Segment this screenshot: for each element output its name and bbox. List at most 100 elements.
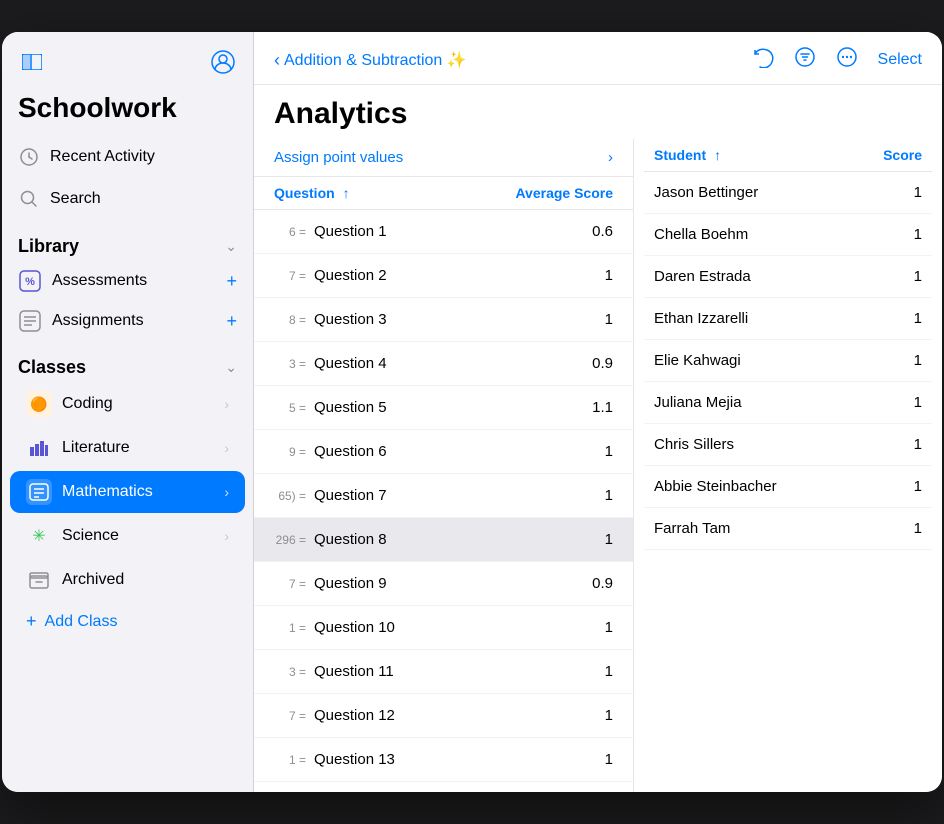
students-panel: Student ↑ Score Jason Bettinger 1 Chella… xyxy=(634,139,942,792)
mathematics-label: Mathematics xyxy=(62,483,153,501)
question-row[interactable]: 1 = Question 13 1 xyxy=(254,738,633,782)
student-row[interactable]: Juliana Mejia 1 xyxy=(644,382,932,424)
science-label: Science xyxy=(62,527,119,545)
sidebar-item-search[interactable]: Search xyxy=(2,178,253,220)
score-col-header[interactable]: Score xyxy=(883,147,922,163)
student-row[interactable]: Farrah Tam 1 xyxy=(644,508,932,550)
student-row[interactable]: Daren Estrada 1 xyxy=(644,256,932,298)
classes-section-header[interactable]: Classes ⌄ xyxy=(2,349,253,382)
page-title: Analytics xyxy=(254,85,942,139)
question-row[interactable]: 8 = Question 3 1 xyxy=(254,298,633,342)
add-assignment-icon[interactable]: + xyxy=(226,311,237,332)
sidebar-toggle-icon[interactable] xyxy=(18,48,46,76)
archived-icon xyxy=(26,567,52,593)
undo-icon[interactable] xyxy=(752,46,774,74)
sidebar-item-recent-activity[interactable]: Recent Activity xyxy=(2,136,253,178)
library-section-header[interactable]: Library ⌄ xyxy=(2,228,253,261)
literature-label: Literature xyxy=(62,439,130,457)
student-score: 1 xyxy=(914,520,922,537)
student-col-header[interactable]: Student ↑ xyxy=(654,147,721,163)
question-label: Question 7 xyxy=(314,487,583,504)
sidebar-item-archived[interactable]: Archived xyxy=(10,559,245,601)
questions-list: 6 = Question 1 0.6 7 = Question 2 1 8 = … xyxy=(254,210,633,792)
question-label: Question 12 xyxy=(314,707,583,724)
classes-title: Classes xyxy=(18,357,86,378)
avg-score-col-header[interactable]: Average Score xyxy=(515,185,613,201)
add-class-label: Add Class xyxy=(45,613,118,631)
question-number: 65) = xyxy=(274,489,314,503)
assign-point-values-row[interactable]: Assign point values › xyxy=(254,139,633,177)
library-title: Library xyxy=(18,236,79,257)
main-header: ‹ Addition & Subtraction ✨ xyxy=(254,32,942,85)
question-label: Question 3 xyxy=(314,311,583,328)
profile-icon[interactable] xyxy=(209,48,237,76)
sidebar-item-coding[interactable]: 🟠 Coding › xyxy=(10,383,245,425)
sidebar-item-assignments[interactable]: Assignments + xyxy=(2,301,253,341)
filter-icon[interactable] xyxy=(794,46,816,74)
sidebar-item-assessments[interactable]: % Assessments + xyxy=(2,261,253,301)
search-label: Search xyxy=(50,190,101,208)
question-row[interactable]: 5 = Question 5 1.1 xyxy=(254,386,633,430)
assign-point-label: Assign point values xyxy=(274,149,403,166)
assessments-icon: % xyxy=(18,269,42,293)
question-label: Question 5 xyxy=(314,399,583,416)
question-row[interactable]: 7 = Question 12 1 xyxy=(254,694,633,738)
question-score: 1 xyxy=(583,531,613,548)
question-row[interactable]: 3 = Question 11 1 xyxy=(254,650,633,694)
coding-icon: 🟠 xyxy=(26,391,52,417)
literature-icon xyxy=(26,435,52,461)
sidebar-item-mathematics[interactable]: Mathematics › xyxy=(10,471,245,513)
question-number: 7 = xyxy=(274,577,314,591)
student-row[interactable]: Chris Sillers 1 xyxy=(644,424,932,466)
student-score: 1 xyxy=(914,352,922,369)
student-score: 1 xyxy=(914,394,922,411)
question-score: 1 xyxy=(583,267,613,284)
student-name: Farrah Tam xyxy=(654,520,730,537)
student-row[interactable]: Abbie Steinbacher 1 xyxy=(644,466,932,508)
question-score: 1 xyxy=(583,707,613,724)
question-number: 3 = xyxy=(274,357,314,371)
app-title: Schoolwork xyxy=(2,88,253,136)
question-row[interactable]: 9 = Question 6 1 xyxy=(254,430,633,474)
question-number: 296 = xyxy=(274,533,314,547)
recent-activity-label: Recent Activity xyxy=(50,148,155,166)
science-chevron-icon: › xyxy=(224,528,229,544)
student-name: Jason Bettinger xyxy=(654,184,758,201)
question-row[interactable]: 7 = Question 2 1 xyxy=(254,254,633,298)
questions-panel: Assign point values › Question ↑ Average… xyxy=(254,139,634,792)
sidebar-item-literature[interactable]: Literature › xyxy=(10,427,245,469)
question-col-header[interactable]: Question ↑ xyxy=(274,185,350,201)
students-list: Jason Bettinger 1 Chella Boehm 1 Daren E… xyxy=(644,172,932,792)
question-row[interactable]: 65) = Question 7 1 xyxy=(254,474,633,518)
add-class-plus-icon: + xyxy=(26,611,37,632)
sidebar-item-science[interactable]: ✳ Science › xyxy=(10,515,245,557)
student-row[interactable]: Chella Boehm 1 xyxy=(644,214,932,256)
content-body: Assign point values › Question ↑ Average… xyxy=(254,139,942,792)
question-number: 1 = xyxy=(274,621,314,635)
select-button[interactable]: Select xyxy=(878,51,922,69)
add-assessment-icon[interactable]: + xyxy=(226,271,237,292)
assessments-label: Assessments xyxy=(52,272,147,290)
more-options-icon[interactable] xyxy=(836,46,858,74)
question-label: Question 9 xyxy=(314,575,583,592)
add-class-button[interactable]: + Add Class xyxy=(10,603,245,640)
question-row[interactable]: 296 = Question 8 1 xyxy=(254,518,633,562)
student-score: 1 xyxy=(914,226,922,243)
question-row[interactable]: 6 = Question 1 0.6 xyxy=(254,210,633,254)
clock-icon xyxy=(18,146,40,168)
question-label: Question 6 xyxy=(314,443,583,460)
back-button[interactable]: ‹ Addition & Subtraction ✨ xyxy=(274,50,467,71)
student-row[interactable]: Ethan Izzarelli 1 xyxy=(644,298,932,340)
question-row[interactable]: 1 = Question 10 1 xyxy=(254,606,633,650)
question-row[interactable]: 7 = Question 9 0.9 xyxy=(254,562,633,606)
student-name: Daren Estrada xyxy=(654,268,751,285)
student-row[interactable]: Jason Bettinger 1 xyxy=(644,172,932,214)
sidebar: Schoolwork Recent Activity Search xyxy=(2,32,254,792)
library-chevron-icon: ⌄ xyxy=(225,238,237,255)
question-row[interactable]: 3 = Question 4 0.9 xyxy=(254,342,633,386)
archived-label: Archived xyxy=(62,571,124,589)
student-row[interactable]: Elie Kahwagi 1 xyxy=(644,340,932,382)
question-score: 0.6 xyxy=(583,223,613,240)
main-content: ‹ Addition & Subtraction ✨ xyxy=(254,32,942,792)
assignments-icon xyxy=(18,309,42,333)
